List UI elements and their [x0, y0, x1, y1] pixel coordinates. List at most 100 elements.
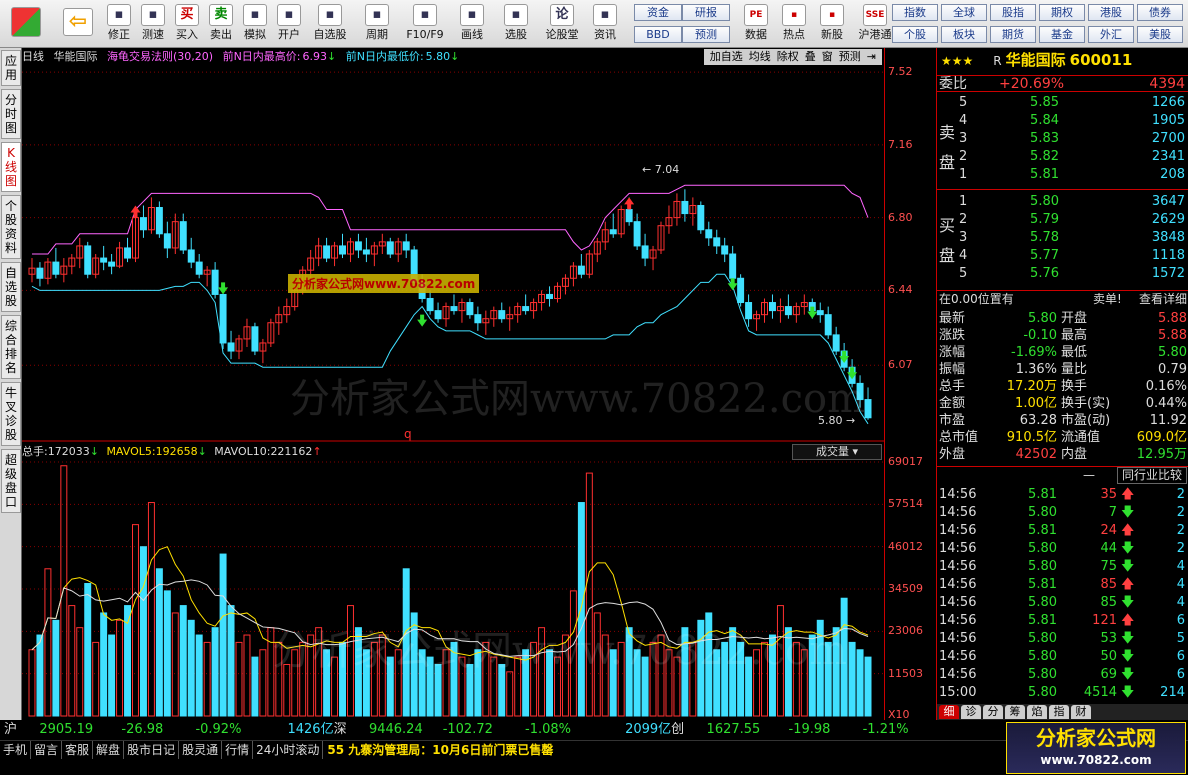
status-btn-6[interactable]: 行情: [222, 741, 254, 759]
detail-tab-0[interactable]: 细: [939, 705, 959, 719]
status-btn-0[interactable]: 手机: [0, 741, 32, 759]
chart-tool-2[interactable]: 除权: [777, 50, 799, 63]
stock-header: ★★★ R 华能国际 600011: [937, 50, 1188, 70]
vol-label: 总手:: [22, 445, 48, 458]
toolbar-btn-11[interactable]: 论论股堂: [540, 2, 584, 46]
market-btn-0[interactable]: 指数: [892, 4, 938, 21]
toolbar-btn-2[interactable]: 买买入: [172, 2, 202, 46]
detail-tab-4[interactable]: 焰: [1027, 705, 1047, 719]
level-price: 5.81: [1030, 167, 1059, 182]
tick-time: 14:56: [939, 667, 977, 682]
toolbar-btn-12[interactable]: ▪ 资讯: [588, 2, 622, 46]
volume-bar: [402, 568, 410, 717]
vtab-5[interactable]: 综合排名: [1, 315, 21, 379]
status-btn-2[interactable]: 客服: [62, 741, 94, 759]
toolbar-btn-1[interactable]: ▪ 测速: [138, 2, 168, 46]
chart-tool-4[interactable]: 窗: [822, 50, 833, 63]
candle-body: [474, 314, 482, 324]
back-button[interactable]: ⇦: [56, 2, 100, 46]
toolbar-btn-6[interactable]: ▪ 自选股: [308, 2, 352, 46]
toolbar-btn-3[interactable]: 卖卖出: [206, 2, 236, 46]
toolbar-btn-5[interactable]: ▪ 开户: [274, 2, 304, 46]
market-btn-7[interactable]: 板块: [941, 26, 987, 43]
market-btn-10[interactable]: 外汇: [1088, 26, 1134, 43]
app-logo-icon[interactable]: [4, 2, 48, 46]
order-book-row[interactable]: 2 5.82 2341: [937, 148, 1188, 165]
mid-btn-1[interactable]: 研报: [682, 4, 730, 21]
detail-tab-3[interactable]: 筹: [1005, 705, 1025, 719]
detail-tab-6[interactable]: 财: [1071, 705, 1091, 719]
icon-btn-0[interactable]: PE 数据: [738, 2, 774, 46]
low-label: 前N日内最低价:: [345, 50, 424, 63]
vtab-0[interactable]: 应用: [1, 50, 21, 86]
period-label[interactable]: 日线: [22, 50, 44, 63]
market-btn-1[interactable]: 全球: [941, 4, 987, 21]
vtab-4[interactable]: 自选股: [1, 262, 21, 312]
vtab-2[interactable]: K线图: [1, 142, 21, 192]
chart-tool-3[interactable]: 叠: [805, 50, 816, 63]
kline-chart-panel[interactable]: ← 7.04 5.80 → q 日线 华能国际 海龟交易法则(30,20) 前N日内…: [22, 48, 884, 720]
toolbar-btn-9[interactable]: ▪ 画线: [452, 2, 492, 46]
status-btn-5[interactable]: 股灵通: [179, 741, 223, 759]
chart-tool-5[interactable]: 预测: [839, 50, 861, 63]
order-book-row[interactable]: 4 5.84 1905: [937, 112, 1188, 129]
order-book-row[interactable]: 1 5.81 208: [937, 166, 1188, 183]
status-btn-4[interactable]: 股市日记: [124, 741, 180, 759]
indicator-name[interactable]: 海龟交易法则(30,20): [107, 50, 213, 63]
order-book-row[interactable]: 3 5.78 3848: [937, 229, 1188, 246]
market-btn-3[interactable]: 期权: [1039, 4, 1085, 21]
order-book-row[interactable]: 5 5.85 1266: [937, 94, 1188, 111]
tick-row: 14:56 5.80 7 🡇 2: [937, 504, 1188, 521]
toolbar-btn-8[interactable]: ▪ F10/F9: [402, 2, 448, 46]
toolbar-btn-0[interactable]: ▪ 修正: [104, 2, 134, 46]
compare-button[interactable]: 同行业比较: [1116, 467, 1187, 484]
pin-icon[interactable]: ⇥: [867, 50, 876, 63]
volume-bar: [147, 502, 155, 717]
clock-icon: ▪: [365, 4, 389, 26]
order-book-row[interactable]: 1 5.80 3647: [937, 193, 1188, 210]
market-btn-2[interactable]: 股指: [990, 4, 1036, 21]
mid-btn-3[interactable]: 预测: [682, 26, 730, 43]
chart-tool-0[interactable]: 加自选: [710, 50, 743, 63]
candle-body: [124, 247, 132, 259]
candle-body: [625, 209, 633, 223]
toolbar-btn-4[interactable]: ▪ 模拟: [240, 2, 270, 46]
vtab-3[interactable]: 个股资料: [1, 195, 21, 259]
detail-tab-5[interactable]: 指: [1049, 705, 1069, 719]
market-btn-5[interactable]: 债券: [1137, 4, 1183, 21]
toolbar-btn-7[interactable]: ▪ 周期: [356, 2, 398, 46]
price-tick: 6.07: [888, 358, 913, 372]
icon-btn-2[interactable]: ▪ 新股: [814, 2, 850, 46]
vol-tick: 34509: [888, 581, 923, 595]
icon-btn-1[interactable]: ▪ 热点: [776, 2, 812, 46]
order-book-row[interactable]: 5 5.76 1572: [937, 265, 1188, 282]
tick-time: 14:56: [939, 559, 977, 574]
vtab-7[interactable]: 超级盘口: [1, 449, 21, 513]
candle-body: [426, 297, 434, 312]
toolbar-btn-10[interactable]: ▪ 选股: [496, 2, 536, 46]
status-btn-7[interactable]: 24小时滚动: [253, 741, 324, 759]
volume-indicator-dropdown[interactable]: 成交量 ▾: [792, 444, 882, 460]
news-ticker[interactable]: 55 九寨沟管理局：10月6日前门票已售罄: [327, 743, 553, 757]
market-btn-4[interactable]: 港股: [1088, 4, 1134, 21]
vtab-1[interactable]: 分时图: [1, 89, 21, 139]
status-btn-3[interactable]: 解盘: [93, 741, 125, 759]
status-btn-1[interactable]: 留言: [31, 741, 63, 759]
stat-label: 总手: [939, 379, 966, 394]
order-book-row[interactable]: 2 5.79 2629: [937, 211, 1188, 228]
mid-btn-2[interactable]: BBD: [634, 26, 682, 43]
order-book-row[interactable]: 3 5.83 2700: [937, 130, 1188, 147]
market-btn-11[interactable]: 美股: [1137, 26, 1183, 43]
chart-tool-1[interactable]: 均线: [749, 50, 771, 63]
detail-link[interactable]: 查看详细: [1139, 291, 1187, 308]
market-btn-8[interactable]: 期货: [990, 26, 1036, 43]
vtab-6[interactable]: 牛叉诊股: [1, 382, 21, 446]
market-btn-9[interactable]: 基金: [1039, 26, 1085, 43]
mid-btn-0[interactable]: 资金: [634, 4, 682, 21]
kline-svg[interactable]: ← 7.04 5.80 → q: [22, 48, 884, 720]
detail-tab-1[interactable]: 诊: [961, 705, 981, 719]
market-btn-6[interactable]: 个股: [892, 26, 938, 43]
stat-label: 外盘: [939, 447, 966, 462]
order-book-row[interactable]: 4 5.77 1118: [937, 247, 1188, 264]
detail-tab-2[interactable]: 分: [983, 705, 1003, 719]
